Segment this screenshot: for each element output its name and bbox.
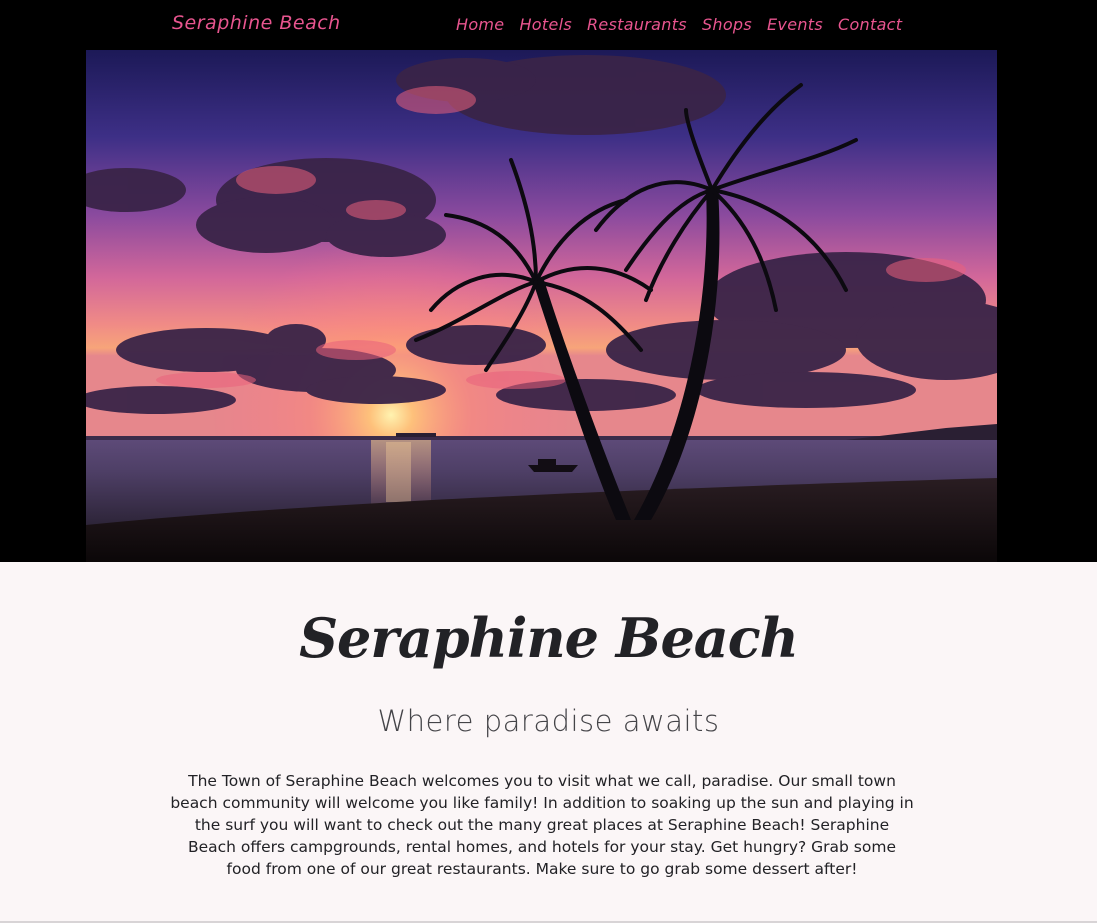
nav-link-restaurants[interactable]: Restaurants bbox=[587, 15, 687, 34]
nav-link-hotels[interactable]: Hotels bbox=[519, 15, 572, 34]
navbar: Seraphine Beach Home Hotels Restaurants … bbox=[0, 0, 1097, 50]
nav-link-events[interactable]: Events bbox=[767, 15, 823, 34]
intro-paragraph: The Town of Seraphine Beach welcomes you… bbox=[170, 772, 914, 878]
nav-link-contact[interactable]: Contact bbox=[838, 15, 902, 34]
main-content: Seraphine Beach Where paradise awaits Th… bbox=[0, 562, 1097, 923]
nav-link-shops[interactable]: Shops bbox=[702, 15, 752, 34]
page-subtitle: Where paradise awaits bbox=[377, 704, 720, 738]
page-title: Seraphine Beach bbox=[299, 606, 799, 670]
nav-menu: Home Hotels Restaurants Shops Events Con… bbox=[456, 15, 902, 34]
nav-link-home[interactable]: Home bbox=[456, 15, 504, 34]
brand-link[interactable]: Seraphine Beach bbox=[172, 12, 341, 34]
hero-image bbox=[86, 50, 997, 562]
